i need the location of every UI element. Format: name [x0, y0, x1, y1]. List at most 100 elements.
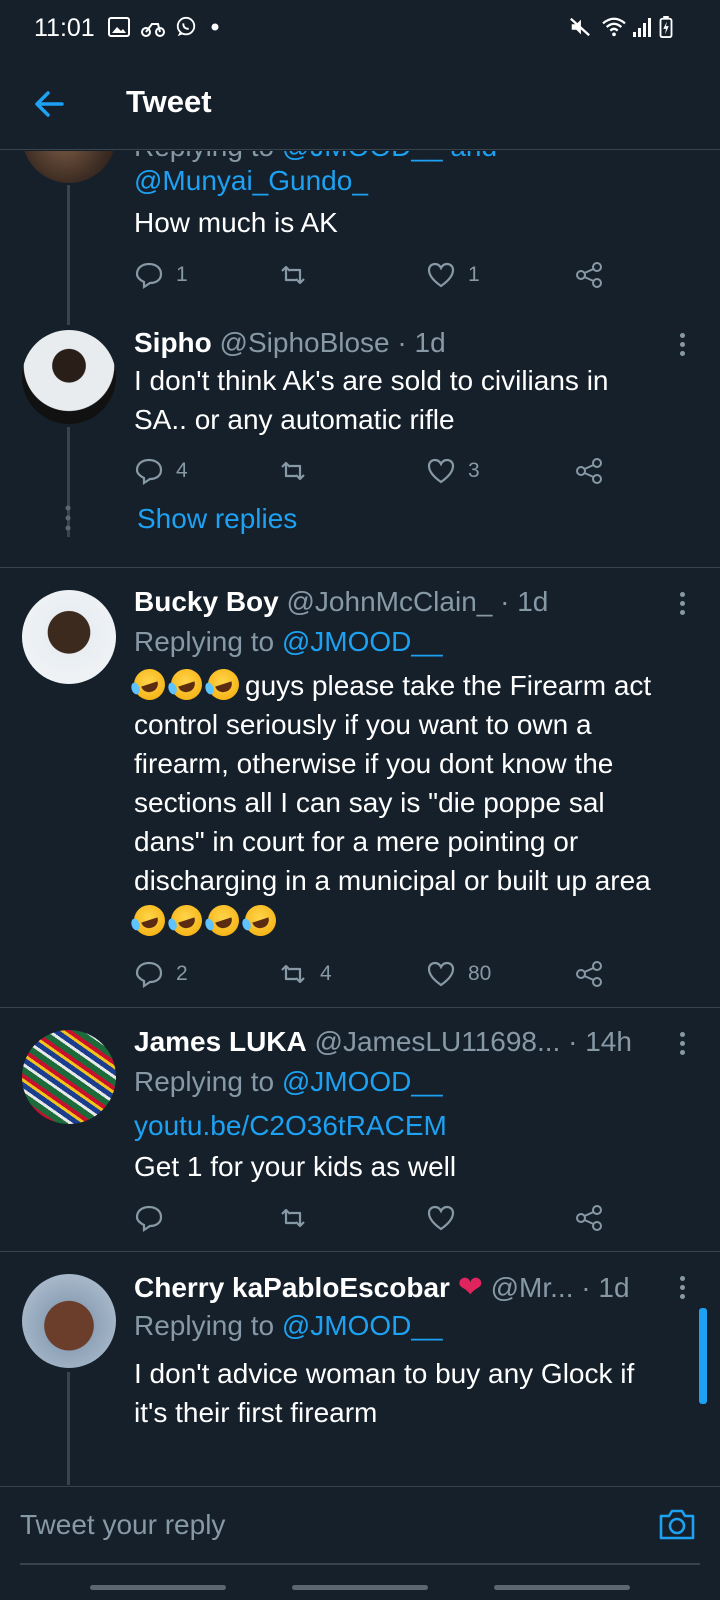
- tweet-text: Get 1 for your kids as well: [134, 1151, 457, 1182]
- tweet-time: · 1d: [500, 586, 549, 617]
- retweet-count: 4: [320, 962, 332, 985]
- mute-icon: [570, 17, 590, 37]
- heart-outline-icon: [427, 961, 455, 987]
- retweet-button[interactable]: [278, 1202, 320, 1234]
- tweet-time: · 1d: [397, 327, 446, 358]
- avatar[interactable]: [22, 151, 116, 183]
- like-count: 80: [468, 962, 492, 985]
- dot-icon: [211, 23, 219, 31]
- mention-link[interactable]: @JMOOD__: [282, 1310, 443, 1341]
- tweet-header: Sipho @SiphoBlose · 1d: [134, 327, 446, 363]
- more-options-icon[interactable]: [670, 1026, 694, 1062]
- tweet-header: Bucky Boy @JohnMcClain_ · 1d: [134, 586, 548, 622]
- more-options-icon[interactable]: [670, 1270, 694, 1306]
- rolling-on-floor-laughing-emoji: [129, 900, 170, 941]
- camera-icon[interactable]: [658, 1507, 696, 1541]
- replying-to-label: Replying to: [134, 1310, 275, 1341]
- tweet-text-line: I don't think Ak's are sold to civilians…: [134, 365, 609, 396]
- more-options-icon[interactable]: [670, 586, 694, 622]
- share-button[interactable]: [574, 455, 604, 487]
- replying-to: Replying to @JMOOD__: [134, 1310, 443, 1342]
- user-handle[interactable]: @Mr...: [491, 1272, 574, 1303]
- user-handle[interactable]: @SiphoBlose: [220, 327, 390, 358]
- avatar[interactable]: [22, 330, 116, 424]
- share-button[interactable]: [574, 1202, 604, 1234]
- reply-count: 2: [176, 962, 188, 985]
- display-name[interactable]: Cherry kaPabloEscobar: [134, 1272, 450, 1303]
- mention-link[interactable]: @JMOOD__: [282, 151, 443, 162]
- retweet-icon: [281, 265, 305, 285]
- user-handle[interactable]: @JohnMcClain_: [287, 586, 493, 617]
- comment-icon: [135, 961, 163, 989]
- share-icon: [576, 458, 602, 484]
- url-link[interactable]: youtu.be/C2O36tRACEM: [134, 1110, 447, 1142]
- input-underline: [20, 1563, 700, 1565]
- tweet-text-line: guys please take the Firearm act: [129, 664, 652, 705]
- display-name[interactable]: Bucky Boy: [134, 586, 279, 617]
- reply-input[interactable]: [20, 1503, 630, 1547]
- reply-feed[interactable]: Replying to @JMOOD__ and @Munyai_Gundo_ …: [0, 151, 720, 1485]
- avatar[interactable]: [22, 1274, 116, 1368]
- tweet-emoji-line: [129, 900, 282, 941]
- tweet-text-line: sections all I can say is "die poppe sal: [134, 787, 605, 818]
- user-handle[interactable]: @JamesLU11698...: [315, 1026, 561, 1057]
- status-time: 11:01: [34, 14, 95, 42]
- reply-composer: [0, 1486, 720, 1600]
- avatar[interactable]: [22, 590, 116, 684]
- reply-button[interactable]: [134, 1202, 176, 1234]
- signal-icon: [633, 18, 651, 37]
- reply-button[interactable]: 4: [134, 455, 188, 487]
- mention-link[interactable]: @Munyai_Gundo_: [134, 165, 368, 197]
- like-button[interactable]: 1: [426, 259, 480, 291]
- system-nav-back[interactable]: [494, 1585, 630, 1590]
- tweet-text-line: control seriously if you want to own a: [134, 709, 592, 740]
- arrow-left-icon[interactable]: [30, 84, 70, 124]
- status-bar: 11:01: [0, 0, 720, 58]
- tweet-reply-5[interactable]: Cherry kaPabloEscobar ❤ @Mr... · 1d Repl…: [0, 1252, 720, 1485]
- retweet-button[interactable]: [278, 259, 320, 291]
- tweet-time: · 1d: [581, 1272, 630, 1303]
- comment-icon: [135, 458, 163, 486]
- mention-link[interactable]: @JMOOD__: [282, 1066, 443, 1097]
- share-button[interactable]: [574, 958, 604, 990]
- share-icon: [576, 961, 602, 987]
- tweet-header: James LUKA @JamesLU11698... · 14h: [134, 1026, 632, 1062]
- like-button[interactable]: [426, 1202, 468, 1234]
- tweet-text-line: discharging in a municipal or built up a…: [134, 865, 651, 896]
- reply-button[interactable]: 1: [134, 259, 188, 291]
- tweet-text-line: it's their first firearm: [134, 1397, 378, 1428]
- show-replies-link[interactable]: Show replies: [137, 503, 297, 535]
- avatar[interactable]: [22, 1030, 116, 1124]
- display-name[interactable]: James LUKA: [134, 1026, 307, 1057]
- tweet-header: Cherry kaPabloEscobar ❤ @Mr... · 1d: [134, 1270, 630, 1306]
- system-nav-home[interactable]: [292, 1585, 428, 1590]
- mention-conjunction: and: [450, 151, 497, 162]
- tweet-text-line: I don't advice woman to buy any Glock if: [134, 1358, 635, 1389]
- like-button[interactable]: 3: [426, 455, 480, 487]
- tweet-reply-2[interactable]: Sipho @SiphoBlose · 1d I don't think Ak'…: [0, 323, 720, 568]
- display-name[interactable]: Sipho: [134, 327, 212, 358]
- scrollbar-thumb[interactable]: [699, 1308, 707, 1404]
- like-button[interactable]: 80: [426, 958, 491, 990]
- mention-link[interactable]: @JMOOD__: [282, 626, 443, 657]
- retweet-button[interactable]: 4: [278, 958, 332, 990]
- more-options-icon[interactable]: [670, 327, 694, 363]
- tweet-text-segment: guys please take the Firearm act: [245, 670, 652, 701]
- app-bar: Tweet: [0, 58, 720, 150]
- tweet-reply-3[interactable]: Bucky Boy @JohnMcClain_ · 1d Replying to…: [0, 568, 720, 1008]
- tweet-reply-4[interactable]: James LUKA @JamesLU11698... · 14h Replyi…: [0, 1008, 720, 1251]
- system-nav-recent[interactable]: [90, 1585, 226, 1590]
- tweet-reply-1[interactable]: Replying to @JMOOD__ and @Munyai_Gundo_ …: [0, 151, 720, 325]
- tweet-text-line: SA.. or any automatic rifle: [134, 404, 455, 435]
- rolling-on-floor-laughing-emoji: [203, 664, 244, 705]
- wifi-icon: [602, 17, 626, 37]
- tweet-time: · 14h: [568, 1026, 632, 1057]
- share-button[interactable]: [574, 259, 604, 291]
- rolling-on-floor-laughing-emoji: [203, 900, 244, 941]
- tweet-text-line: firearm, otherwise if you dont know the: [134, 748, 614, 779]
- comment-icon: [135, 262, 163, 290]
- reply-button[interactable]: 2: [134, 958, 188, 990]
- retweet-button[interactable]: [278, 455, 320, 487]
- rolling-on-floor-laughing-emoji: [166, 900, 207, 941]
- rolling-on-floor-laughing-emoji: [129, 664, 170, 705]
